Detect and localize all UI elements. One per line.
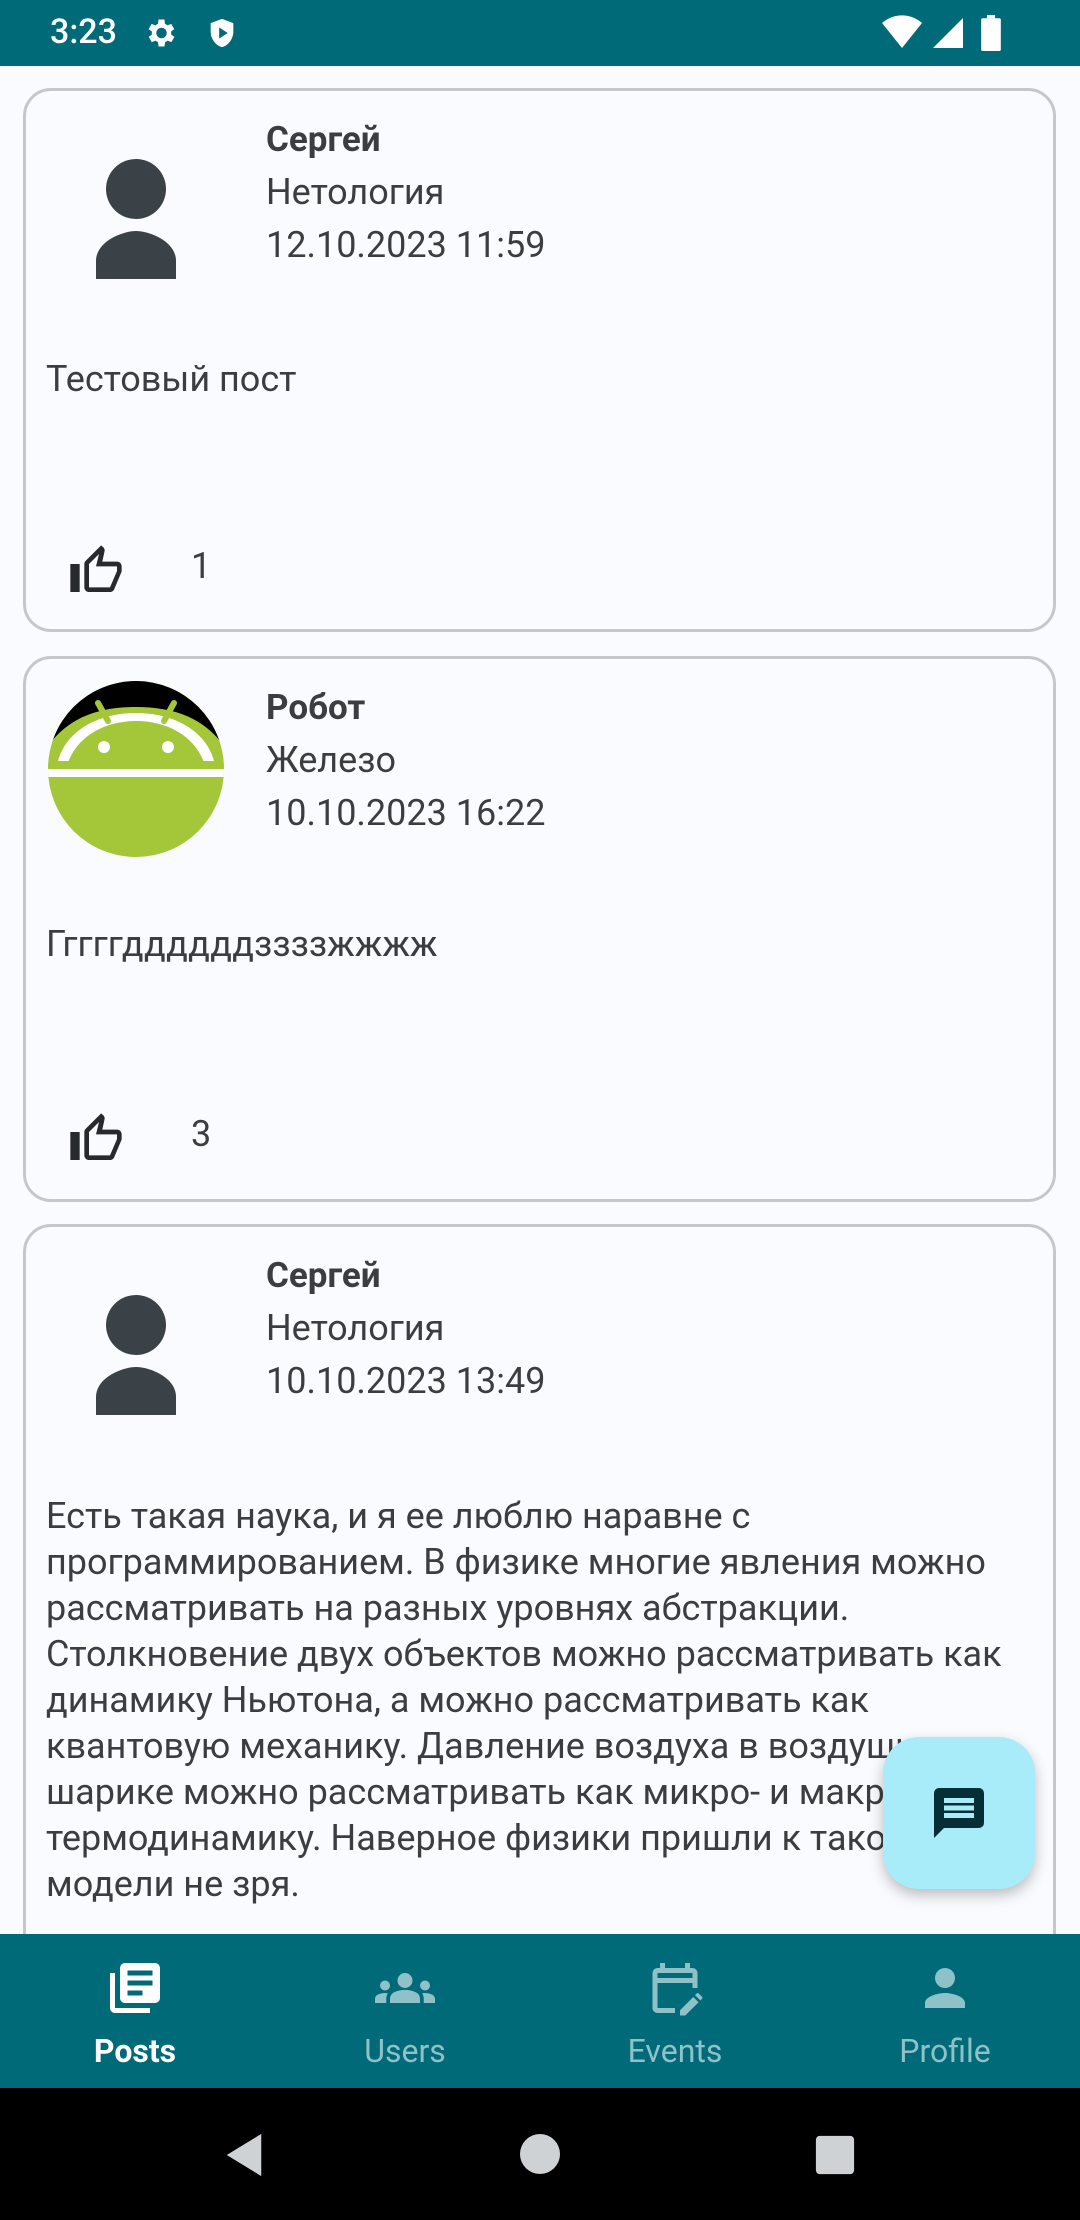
nav-item-profile[interactable]: Profile bbox=[810, 1934, 1080, 2088]
person-icon bbox=[96, 1295, 176, 1415]
post-author-job: Нетология bbox=[266, 171, 445, 213]
nav-label: Users bbox=[364, 2032, 446, 2070]
android-robot-icon bbox=[48, 681, 224, 857]
message-icon bbox=[934, 1788, 984, 1838]
nav-label: Events bbox=[627, 2032, 723, 2070]
avatar bbox=[46, 679, 226, 859]
post-author: Робот bbox=[266, 687, 366, 728]
post-date: 10.10.2023 16:22 bbox=[266, 792, 546, 834]
avatar bbox=[46, 111, 226, 291]
users-icon bbox=[375, 1973, 435, 2003]
nav-item-users[interactable]: Users bbox=[270, 1934, 540, 2088]
home-icon[interactable] bbox=[518, 2132, 562, 2176]
like-count: 3 bbox=[191, 1113, 212, 1155]
post-author-job: Нетология bbox=[266, 1307, 445, 1349]
like-button[interactable] bbox=[68, 1111, 124, 1167]
cellular-signal-icon bbox=[930, 15, 966, 55]
posts-feed[interactable]: Сергей Нетология 12.10.2023 11:59 Тестов… bbox=[0, 66, 1080, 1934]
settings-gear-icon bbox=[142, 15, 178, 55]
thumb-up-icon bbox=[70, 1113, 122, 1160]
posts-icon bbox=[110, 1963, 160, 2013]
post-content: Гггггддддддззззжжжж bbox=[46, 923, 438, 965]
post-author-job: Железо bbox=[266, 739, 397, 781]
nav-item-events[interactable]: Events bbox=[540, 1934, 810, 2088]
status-time: 3:23 bbox=[50, 12, 117, 52]
recents-icon[interactable] bbox=[814, 2134, 856, 2176]
post-author: Сергей bbox=[266, 119, 381, 160]
system-navigation-bar bbox=[0, 2088, 1080, 2220]
avatar bbox=[46, 1247, 226, 1427]
back-icon[interactable] bbox=[222, 2132, 266, 2178]
nav-label: Profile bbox=[899, 2032, 991, 2070]
play-protect-icon bbox=[205, 15, 239, 55]
post-date: 10.10.2023 13:49 bbox=[266, 1360, 546, 1402]
status-bar: 3:23 bbox=[0, 0, 1080, 66]
post-card[interactable]: Сергей Нетология 12.10.2023 11:59 Тестов… bbox=[23, 88, 1056, 632]
post-content: Тестовый пост bbox=[46, 358, 297, 400]
person-icon bbox=[96, 159, 176, 279]
like-button[interactable] bbox=[68, 543, 124, 599]
nav-label: Posts bbox=[93, 2032, 177, 2070]
post-content: Есть такая наука, и я ее люблю наравне с… bbox=[46, 1495, 1002, 1905]
battery-icon bbox=[980, 15, 1002, 55]
new-post-fab[interactable] bbox=[883, 1737, 1035, 1889]
profile-icon bbox=[925, 1968, 965, 2008]
nav-item-posts[interactable]: Posts bbox=[0, 1934, 270, 2088]
post-author: Сергей bbox=[266, 1255, 381, 1296]
bottom-navigation: Posts Users Events Profile bbox=[0, 1934, 1080, 2088]
like-count: 1 bbox=[191, 545, 212, 587]
thumb-up-icon bbox=[70, 545, 122, 592]
events-icon bbox=[652, 1963, 703, 2016]
post-card[interactable]: Робот Железо 10.10.2023 16:22 Гггггддддд… bbox=[23, 656, 1056, 1202]
post-date: 12.10.2023 11:59 bbox=[266, 224, 546, 266]
wifi-icon bbox=[882, 15, 922, 55]
